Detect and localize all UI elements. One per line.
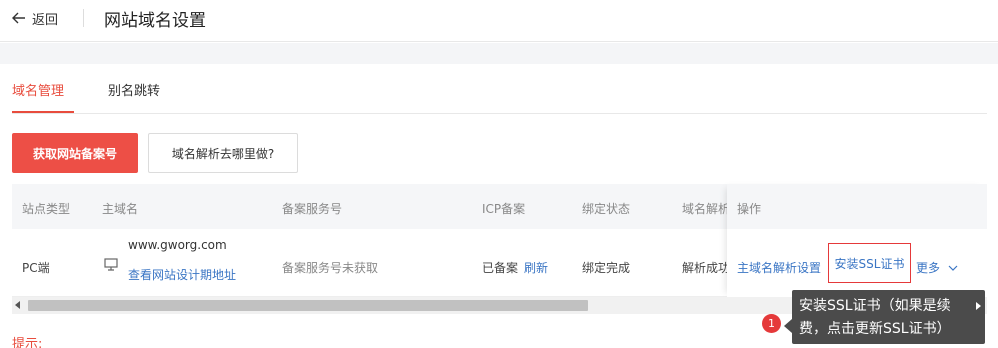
install-ssl-highlight: 安装SSL证书 [828, 243, 911, 283]
service-number-value: 备案服务号未获取 [282, 261, 379, 275]
more-label: 更多 [916, 261, 941, 275]
page-title: 网站域名设置 [104, 11, 206, 31]
callout-line-1: 安装SSL证书（如果是续 [799, 298, 951, 314]
dns-setup-link[interactable]: 主域名解析设置 [737, 259, 821, 276]
callout-pointer [784, 319, 792, 333]
icp-status: 已备案 [482, 261, 519, 275]
col-bind-status: 绑定状态 [582, 202, 631, 216]
operations-header: 操作 [727, 184, 987, 229]
annotation-callout: 安装SSL证书（如果是续 费，点击更新SSL证书） [792, 290, 985, 344]
col-site-type: 站点类型 [22, 202, 71, 216]
install-ssl-link[interactable]: 安装SSL证书 [835, 255, 905, 272]
domain-name: www.gworg.com [128, 238, 227, 252]
monitor-icon [104, 258, 118, 271]
back-button[interactable]: 返回 [12, 9, 59, 28]
site-type: PC端 [22, 261, 50, 275]
more-dropdown[interactable]: 更多 [916, 259, 958, 276]
bind-status: 绑定完成 [582, 261, 631, 275]
get-record-number-button[interactable]: 获取网站备案号 [12, 133, 138, 173]
back-label: 返回 [32, 12, 59, 28]
scrollbar-thumb[interactable] [28, 300, 588, 311]
tab-bar: 域名管理 别名跳转 [0, 64, 998, 114]
callout-line-2: 费，点击更新SSL证书） [799, 321, 951, 337]
tip-label: 提示: [12, 337, 43, 348]
col-domain: 主域名 [102, 202, 139, 216]
col-operations: 操作 [737, 202, 762, 216]
callout-expand-icon [976, 302, 981, 310]
col-service-number: 备案服务号 [282, 202, 343, 216]
header-divider [83, 9, 84, 27]
dns-help-button[interactable]: 域名解析去哪里做? [148, 133, 298, 173]
step-badge: 1 [762, 314, 781, 333]
tabs-divider [12, 113, 987, 114]
chevron-down-icon [948, 265, 958, 271]
operations-column: 操作 主域名解析设置 安装SSL证书 更多 [727, 184, 987, 297]
scroll-left-arrow-icon[interactable] [15, 301, 20, 309]
icp-refresh-link[interactable]: 刷新 [524, 259, 548, 276]
top-bar: 返回 网站域名设置 [0, 0, 998, 42]
dns-status: 解析成功 [682, 261, 731, 275]
view-design-address-link[interactable]: 查看网站设计期地址 [128, 266, 236, 283]
page: 返回 网站域名设置 域名管理 别名跳转 获取网站备案号 域名解析去哪里做? 站点… [0, 0, 998, 348]
arrow-left-icon [12, 12, 25, 24]
tab-alias-redirect[interactable]: 别名跳转 [108, 80, 160, 99]
col-dns: 域名解析 [682, 202, 731, 216]
tab-domain-management[interactable]: 域名管理 [12, 80, 64, 99]
col-icp: ICP备案 [482, 202, 526, 216]
section-gap [0, 43, 998, 64]
